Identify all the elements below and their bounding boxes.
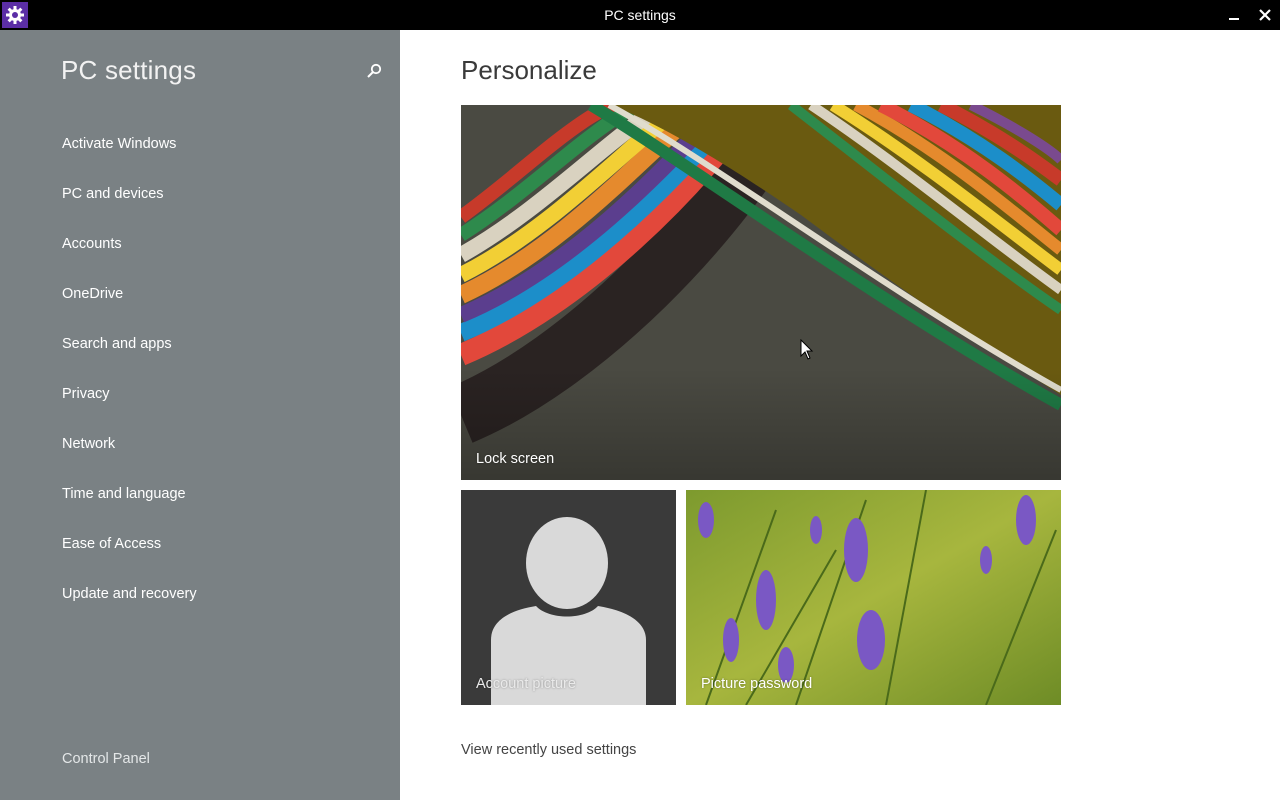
window-title: PC settings bbox=[604, 7, 676, 23]
minimize-icon bbox=[1229, 18, 1239, 20]
mouse-cursor-icon bbox=[800, 339, 814, 360]
minimize-button[interactable] bbox=[1217, 0, 1251, 30]
title-bar: PC settings bbox=[0, 0, 1280, 30]
close-button[interactable] bbox=[1248, 0, 1280, 30]
account-picture-label: Account picture bbox=[476, 676, 576, 692]
close-icon bbox=[1259, 9, 1271, 21]
search-icon bbox=[367, 63, 382, 78]
picture-password-tile[interactable]: Picture password bbox=[686, 490, 1061, 705]
picture-password-label: Picture password bbox=[701, 676, 813, 692]
sidebar-item-network[interactable]: Network bbox=[62, 436, 115, 452]
sidebar-item-ease-of-access[interactable]: Ease of Access bbox=[62, 536, 161, 552]
sidebar-item-accounts[interactable]: Accounts bbox=[62, 236, 122, 252]
lock-screen-label: Lock screen bbox=[476, 451, 555, 467]
search-button[interactable] bbox=[362, 59, 386, 83]
sidebar-item-privacy[interactable]: Privacy bbox=[62, 386, 110, 402]
sidebar-item-pc-and-devices[interactable]: PC and devices bbox=[62, 186, 164, 202]
sidebar: PC settings Activate Windows PC and devi… bbox=[0, 30, 400, 800]
view-recent-settings-link[interactable]: View recently used settings bbox=[461, 742, 636, 758]
sidebar-item-update-and-recovery[interactable]: Update and recovery bbox=[62, 586, 197, 602]
picture-password-image bbox=[686, 490, 1061, 705]
lock-screen-image bbox=[461, 105, 1061, 480]
sidebar-title: PC settings bbox=[61, 55, 197, 85]
sidebar-item-time-and-language[interactable]: Time and language bbox=[62, 486, 186, 502]
account-picture-tile[interactable]: Account picture bbox=[461, 490, 676, 705]
sidebar-item-activate-windows[interactable]: Activate Windows bbox=[62, 136, 176, 152]
sidebar-item-onedrive[interactable]: OneDrive bbox=[62, 286, 123, 302]
user-avatar-icon bbox=[461, 490, 676, 705]
sidebar-item-search-and-apps[interactable]: Search and apps bbox=[62, 336, 172, 352]
lock-screen-tile[interactable]: Lock screen bbox=[461, 105, 1061, 480]
control-panel-link[interactable]: Control Panel bbox=[62, 751, 150, 767]
page-title: Personalize bbox=[461, 55, 597, 85]
